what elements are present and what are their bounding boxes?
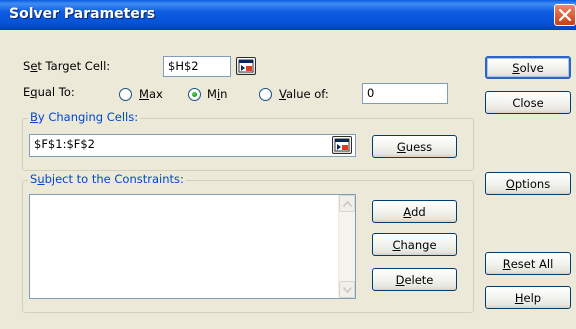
constraints-listbox[interactable] [29,194,356,299]
help-label-rest: elp [523,290,542,305]
equal-to-label-rest: ual To: [37,85,75,99]
value-of-radio[interactable] [259,88,272,101]
add-label-rest: dd [411,204,426,219]
reset-all-label-rest: eset All [510,256,554,271]
set-target-cell-label-rest: t Target Cell: [37,59,111,73]
collapse-dialog-icon [334,138,350,152]
changing-cells-collapse-button[interactable] [332,136,352,154]
changing-cells-input[interactable]: $F$1:$F$2 [29,134,356,157]
close-window-button[interactable] [554,4,576,26]
max-label-rest: ax [148,87,163,101]
scroll-down-arrow-icon [343,286,352,294]
options-label-accel: O [505,176,515,191]
value-of-label-accel: V [279,87,286,101]
guess-label-rest: uess [405,139,433,154]
delete-label-rest: elete [404,272,434,287]
set-target-cell-label: Set Target Cell: [23,59,110,73]
delete-label-accel: D [395,272,405,287]
help-button[interactable]: Help [485,286,571,309]
reset-all-button[interactable]: Reset All [485,252,571,275]
guess-label-accel: G [396,139,406,154]
min-radio-label[interactable]: Min [207,87,227,101]
max-radio[interactable] [119,88,132,101]
max-radio-label[interactable]: Max [139,87,163,101]
reset-all-label-accel: R [502,256,511,271]
min-radio[interactable] [188,88,201,101]
help-label-accel: H [514,290,524,305]
add-label-accel: A [403,204,412,219]
guess-button[interactable]: Guess [372,135,457,158]
options-button[interactable]: Options [485,172,571,195]
change-label-accel: C [392,237,401,252]
constraints-scrollbar[interactable] [338,195,355,298]
scroll-down-button[interactable] [339,281,355,298]
solve-label-accel: S [512,60,520,75]
title-bar[interactable]: Solver Parameters [0,0,576,30]
equal-to-label: Equal To: [23,85,75,99]
close-icon [559,9,571,21]
solver-parameters-dialog: Solver Parameters Set Target Cell: $H$2 … [0,0,576,329]
min-label-rest: n [220,87,228,101]
add-button[interactable]: Add [372,200,457,223]
target-cell-input[interactable]: $H$2 [163,56,231,77]
close-label-rest: Close [512,95,544,110]
target-cell-collapse-button[interactable] [236,57,256,75]
min-label-text: M [207,87,217,101]
collapse-dialog-icon [238,59,254,73]
changing-cells-label: By Changing Cells: [28,110,141,124]
scroll-up-arrow-icon [343,200,352,208]
scroll-up-button[interactable] [339,195,355,212]
changing-cells-label-accel: B [30,110,38,124]
delete-button[interactable]: Delete [372,268,457,291]
value-of-input[interactable]: 0 [362,83,448,104]
solve-label-rest: olve [519,60,544,75]
equal-to-label-accel: q [30,85,38,99]
change-button[interactable]: Change [372,233,457,256]
radio-selected-dot [192,92,197,97]
window-title: Solver Parameters [9,6,156,22]
value-of-radio-label[interactable]: Value of: [279,87,329,101]
value-of-label-rest: alue of: [285,87,329,101]
constraints-label-rest: bject to the Constraints: [44,172,184,186]
constraints-label-accel: u [37,172,45,186]
max-label-accel: M [139,87,149,101]
options-label-rest: ptions [514,176,551,191]
constraints-label: Subject to the Constraints: [28,172,186,186]
changing-cells-label-rest: y Changing Cells: [37,110,139,124]
close-button[interactable]: Close [485,91,571,114]
change-label-rest: hange [400,237,437,252]
solve-button[interactable]: Solve [485,56,571,79]
